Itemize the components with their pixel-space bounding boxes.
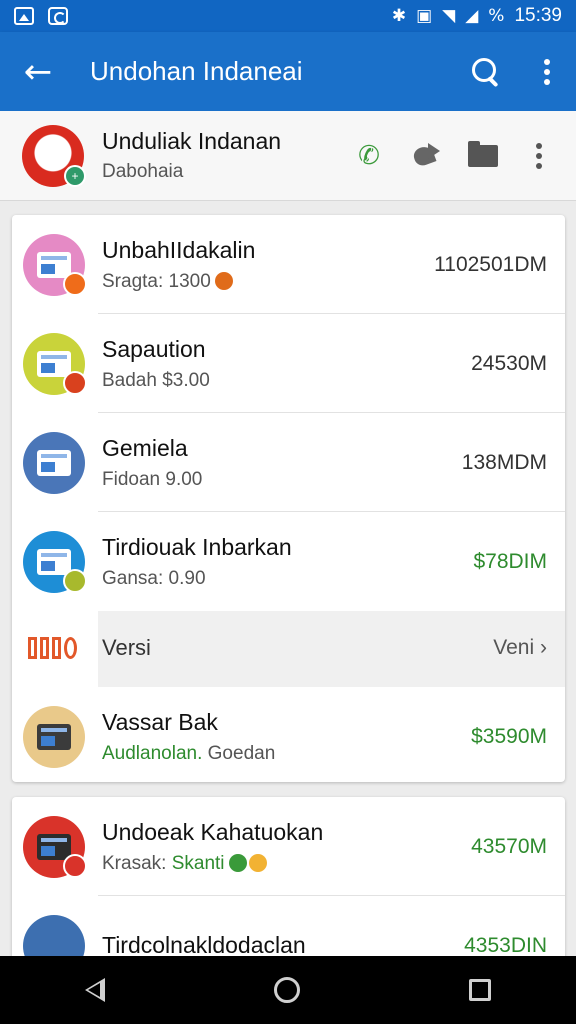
list-item[interactable]: Vassar Bak Audlanolan. Goedan $3590M <box>12 687 565 782</box>
list-item[interactable]: Sapaution Badah $3.00 24530M <box>12 314 565 413</box>
item-title: Tirdiouak Inbarkan <box>102 533 292 560</box>
system-nav-bar <box>0 956 576 1024</box>
nav-home-icon[interactable] <box>273 977 300 1003</box>
item-title: Gemiela <box>102 434 188 461</box>
item-value: 43570M <box>471 834 547 858</box>
contact-header: + Unduliak Indanan Dabohaia ✆ <box>0 111 576 201</box>
avatar[interactable]: + <box>22 124 86 187</box>
item-subtitle: Sragta: 1300 <box>102 270 211 292</box>
status-dot-icon <box>228 853 247 872</box>
transaction-card-2: Undoeak Kahatuokan Krasak: Skanti 43570M… <box>12 797 565 967</box>
contact-subtitle: Dabohaia <box>102 161 184 182</box>
signal-icon: ◢ <box>465 6 479 26</box>
app-icon <box>23 530 87 593</box>
item-value: 1102501DM <box>434 252 547 276</box>
list-item[interactable]: UnbahIIdakalin Sragta: 1300 1102501DM <box>12 215 565 314</box>
app-bar: ← Undohan Indaneai <box>0 32 576 111</box>
battery-icon: % <box>488 6 505 26</box>
contact-name: Unduliak Indanan <box>102 128 282 154</box>
item-value: $3590M <box>471 724 547 748</box>
item-value: $78DIM <box>473 549 547 573</box>
overflow-menu-icon[interactable] <box>532 58 562 85</box>
back-arrow-icon[interactable]: ← <box>0 52 76 92</box>
item-subtitle-highlight: Skanti <box>171 852 225 874</box>
item-subtitle: Fidoan 9.00 <box>102 468 203 490</box>
list-item[interactable]: Tirdiouak Inbarkan Gansa: 0.90 $78DIM <box>12 512 565 611</box>
status-bar: ✱ ▣ ◥ ◢ % 15:39 <box>0 0 576 32</box>
nfc-icon: ▣ <box>416 6 433 26</box>
search-icon[interactable] <box>466 52 506 92</box>
item-title: Tirdcolnakldodaclan <box>102 932 306 958</box>
phone-icon[interactable]: ✆ <box>354 141 384 171</box>
brand-logo-icon <box>28 637 84 659</box>
status-time: 15:39 <box>514 5 562 26</box>
item-title: Vassar Bak <box>102 708 218 735</box>
wifi-icon: ◥ <box>442 6 456 26</box>
item-title: UnbahIIdakalin <box>102 236 256 263</box>
item-value: 138MDM <box>461 450 547 474</box>
chevron-right-icon: › <box>540 636 547 659</box>
nav-recents-icon[interactable] <box>469 979 492 1001</box>
versi-label: Versi <box>102 635 151 660</box>
versi-link[interactable]: Veni › <box>493 636 547 660</box>
badge-icon <box>63 370 87 395</box>
app-icon <box>23 815 87 878</box>
item-subtitle: Gansa: 0.90 <box>102 567 206 589</box>
transaction-card: UnbahIIdakalin Sragta: 1300 1102501DM Sa… <box>12 215 565 782</box>
item-subtitle: Goedan <box>202 742 276 764</box>
emoji-icon <box>248 853 267 872</box>
list-item[interactable]: Gemiela Fidoan 9.00 138MDM <box>12 413 565 512</box>
nav-back-icon[interactable] <box>84 978 105 1002</box>
item-title: Sapaution <box>102 335 206 362</box>
folder-icon[interactable] <box>468 140 498 167</box>
image-icon <box>14 7 34 25</box>
app-icon <box>23 705 85 768</box>
badge-icon <box>63 853 87 878</box>
item-subtitle-highlight: Audlanolan. <box>102 742 203 764</box>
list-item[interactable]: Undoeak Kahatuokan Krasak: Skanti 43570M <box>12 797 565 896</box>
item-title: Undoeak Kahatuokan <box>102 818 324 845</box>
versi-row[interactable]: Versi Veni › <box>12 611 565 687</box>
share-icon[interactable] <box>410 141 442 171</box>
status-dot-icon <box>214 271 233 290</box>
badge-icon <box>63 568 87 593</box>
item-value: 24530M <box>471 351 547 375</box>
item-subtitle: Badah $3.00 <box>102 369 210 391</box>
bluetooth-icon: ✱ <box>391 6 407 26</box>
app-icon <box>23 332 87 395</box>
app-icon <box>23 431 85 494</box>
app-icon <box>23 233 87 296</box>
camera-icon <box>48 7 68 25</box>
item-value: 4353DIN <box>464 933 547 957</box>
page-title: Undohan Indaneai <box>90 56 303 86</box>
contact-menu-icon[interactable] <box>524 142 554 169</box>
badge-icon <box>63 271 87 296</box>
online-badge-icon: + <box>64 164 86 187</box>
item-subtitle: Krasak: <box>102 852 172 874</box>
